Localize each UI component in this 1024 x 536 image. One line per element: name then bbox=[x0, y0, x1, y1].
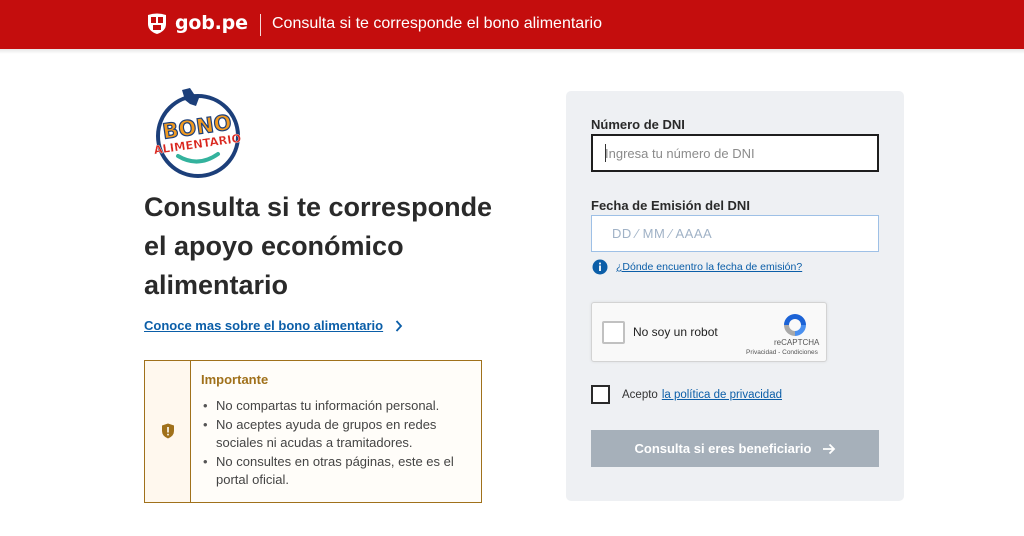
notice-item: No consultes en otras páginas, este es e… bbox=[201, 453, 473, 490]
accept-text: Acepto bbox=[622, 388, 658, 401]
page-title: Consulta si te corresponde el apoyo econ… bbox=[144, 192, 493, 300]
header-shadow bbox=[0, 49, 1024, 54]
dni-label: Número de DNI bbox=[591, 117, 685, 132]
notice-title: Importante bbox=[201, 372, 269, 387]
privacy-policy-link[interactable]: la política de privacidad bbox=[662, 389, 782, 401]
privacy-accept-row: Acepto la política de privacidad bbox=[591, 385, 782, 404]
recaptcha-brand: reCAPTCHA bbox=[774, 338, 820, 347]
important-notice: Importante No compartas tu información p… bbox=[144, 360, 482, 503]
dni-input[interactable] bbox=[591, 134, 879, 172]
header-divider bbox=[260, 14, 261, 36]
submit-button[interactable]: Consulta si eres beneficiario bbox=[591, 430, 879, 467]
bono-alimentario-logo: BONO ALIMENTARIO bbox=[153, 88, 242, 178]
header-title: Consulta si te corresponde el bono alime… bbox=[272, 15, 602, 32]
recaptcha-widget: No soy un robot reCAPTCHA Privacidad - C… bbox=[591, 302, 827, 362]
recaptcha-logo-icon bbox=[784, 314, 806, 336]
top-header: gob.pe Consulta si te corresponde el bon… bbox=[0, 0, 1024, 49]
brand-name: gob.pe bbox=[175, 12, 248, 34]
date-label: Fecha de Emisión del DNI bbox=[591, 198, 750, 213]
help-row: ¿Dónde encuentro la fecha de emisión? bbox=[592, 259, 802, 275]
info-icon bbox=[592, 259, 608, 275]
gob-pe-logo-link[interactable]: gob.pe bbox=[145, 11, 248, 35]
chevron-right-icon bbox=[395, 319, 403, 332]
shield-icon bbox=[162, 423, 174, 439]
recaptcha-label: No soy un robot bbox=[633, 325, 718, 339]
issue-date-help-link[interactable]: ¿Dónde encuentro la fecha de emisión? bbox=[616, 261, 802, 273]
text-caret bbox=[605, 144, 606, 162]
recaptcha-terms[interactable]: Privacidad - Condiciones bbox=[746, 349, 818, 356]
date-input[interactable] bbox=[591, 215, 879, 252]
submit-button-label: Consulta si eres beneficiario bbox=[634, 441, 812, 456]
notice-item: No aceptes ayuda de grupos en redes soci… bbox=[201, 416, 473, 453]
more-info-link[interactable]: Conoce mas sobre el bono alimentario bbox=[144, 318, 403, 333]
notice-icon-column bbox=[145, 361, 191, 502]
arrow-right-icon bbox=[822, 443, 835, 454]
peru-shield-icon bbox=[148, 13, 166, 34]
notice-list: No compartas tu información personal. No… bbox=[201, 397, 473, 490]
privacy-checkbox[interactable] bbox=[591, 385, 610, 404]
more-info-link-label: Conoce mas sobre el bono alimentario bbox=[144, 318, 384, 333]
recaptcha-checkbox[interactable] bbox=[602, 321, 625, 344]
notice-item: No compartas tu información personal. bbox=[201, 397, 473, 416]
